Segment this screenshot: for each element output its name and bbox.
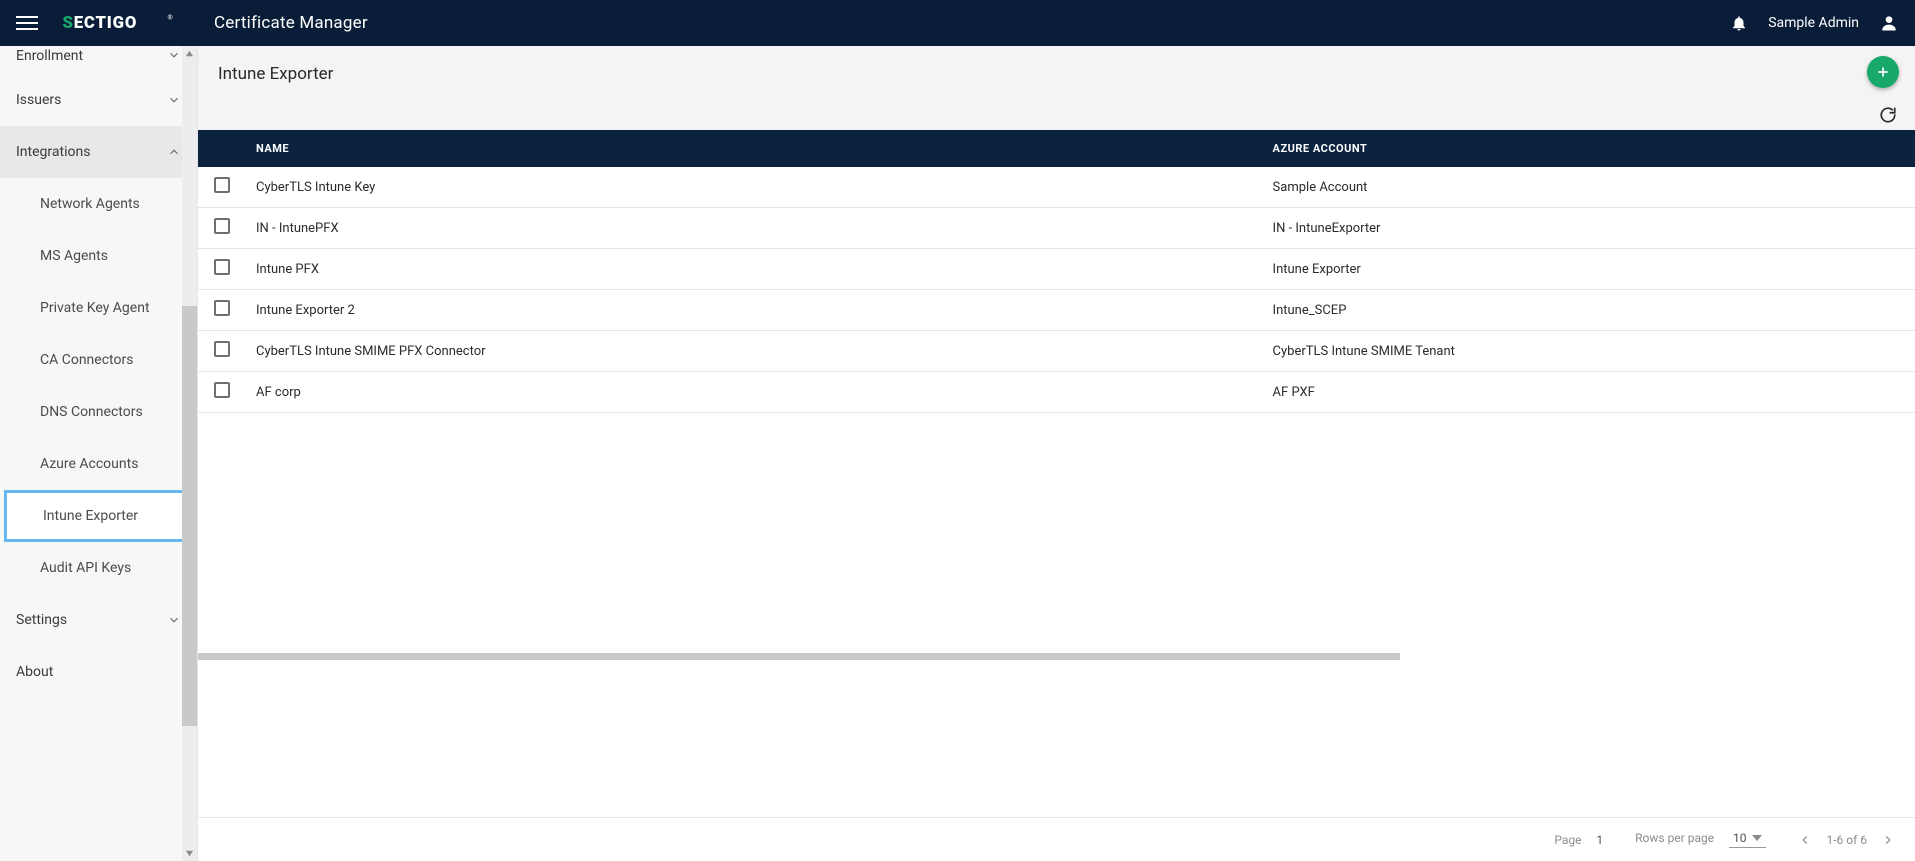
- dropdown-icon: [1752, 833, 1762, 843]
- cell-name: Intune PFX: [246, 249, 1263, 290]
- row-checkbox[interactable]: [214, 382, 230, 398]
- sidebar-integrations-children: Network Agents MS Agents Private Key Age…: [0, 178, 197, 594]
- table-row[interactable]: Intune Exporter 2Intune_SCEP: [198, 290, 1915, 331]
- sidebar-section-enrollment[interactable]: Enrollment: [0, 46, 197, 74]
- user-menu-icon[interactable]: [1879, 13, 1899, 33]
- app-title: Certificate Manager: [214, 13, 368, 33]
- sidebar-item-label: MS Agents: [40, 248, 108, 264]
- sidebar-item-label: Intune Exporter: [43, 508, 138, 524]
- chevron-up-icon: [167, 145, 181, 159]
- table-row[interactable]: CyberTLS Intune SMIME PFX ConnectorCyber…: [198, 331, 1915, 372]
- sidebar-item-private-key-agent[interactable]: Private Key Agent: [0, 282, 197, 334]
- main-area: Intune Exporter Name Azure Account Cyber…: [198, 46, 1915, 861]
- sidebar-item-azure-accounts[interactable]: Azure Accounts: [0, 438, 197, 490]
- sidebar-item-audit-api-keys[interactable]: Audit API Keys: [0, 542, 197, 594]
- top-bar: SECTIGO ® Certificate Manager Sample Adm…: [0, 0, 1915, 46]
- sidebar-item-label: DNS Connectors: [40, 404, 143, 420]
- table-row[interactable]: Intune PFXIntune Exporter: [198, 249, 1915, 290]
- menu-toggle-icon[interactable]: [16, 12, 38, 34]
- sidebar-item-intune-exporter[interactable]: Intune Exporter: [4, 490, 193, 542]
- brand-logo: SECTIGO ®: [60, 13, 190, 33]
- add-button[interactable]: [1867, 56, 1899, 88]
- sidebar-section-integrations[interactable]: Integrations: [0, 126, 197, 178]
- chevron-down-icon: [167, 613, 181, 627]
- sidebar-label: Enrollment: [16, 48, 83, 64]
- sidebar-section-settings[interactable]: Settings: [0, 594, 197, 646]
- row-checkbox[interactable]: [214, 341, 230, 357]
- table-row[interactable]: CyberTLS Intune KeySample Account: [198, 167, 1915, 208]
- row-checkbox[interactable]: [214, 218, 230, 234]
- exporter-table: Name Azure Account CyberTLS Intune KeySa…: [198, 130, 1915, 413]
- cell-azure-account: IN - IntuneExporter: [1263, 208, 1915, 249]
- refresh-icon[interactable]: [1879, 106, 1897, 124]
- row-checkbox[interactable]: [214, 259, 230, 275]
- cell-azure-account: Intune Exporter: [1263, 249, 1915, 290]
- column-header-name[interactable]: Name: [246, 130, 1263, 167]
- cell-name: IN - IntunePFX: [246, 208, 1263, 249]
- notifications-icon[interactable]: [1730, 14, 1748, 32]
- sidebar-item-label: Azure Accounts: [40, 456, 138, 472]
- rows-per-page-value: 10: [1733, 831, 1747, 845]
- cell-azure-account: CyberTLS Intune SMIME Tenant: [1263, 331, 1915, 372]
- rows-per-page-label: Rows per page: [1635, 831, 1714, 845]
- sidebar-item-label: About: [16, 664, 53, 680]
- cell-name: CyberTLS Intune SMIME PFX Connector: [246, 331, 1263, 372]
- svg-text:SECTIGO: SECTIGO: [63, 14, 138, 33]
- sidebar-item-label: CA Connectors: [40, 352, 133, 368]
- table-container: Name Azure Account CyberTLS Intune KeySa…: [198, 130, 1915, 817]
- cell-azure-account: Sample Account: [1263, 167, 1915, 208]
- sidebar-item-about[interactable]: About: [0, 646, 197, 698]
- page-header: Intune Exporter: [198, 46, 1915, 130]
- sidebar-section-issuers[interactable]: Issuers: [0, 74, 197, 126]
- sidebar-scroll-up[interactable]: [182, 46, 197, 61]
- sidebar-item-network-agents[interactable]: Network Agents: [0, 178, 197, 230]
- column-header-select: [198, 130, 246, 167]
- sidebar-item-label: Private Key Agent: [40, 300, 150, 316]
- table-row[interactable]: IN - IntunePFXIN - IntuneExporter: [198, 208, 1915, 249]
- sidebar-label: Integrations: [16, 144, 90, 160]
- next-page-icon[interactable]: [1881, 833, 1895, 847]
- cell-name: AF corp: [246, 372, 1263, 413]
- page-range: 1-6 of 6: [1826, 833, 1867, 847]
- row-checkbox[interactable]: [214, 177, 230, 193]
- current-user: Sample Admin: [1768, 15, 1859, 31]
- sidebar-label: Settings: [16, 612, 67, 628]
- chevron-down-icon: [167, 48, 181, 62]
- page-title: Intune Exporter: [218, 64, 333, 84]
- pagination-bar: Page 1 Rows per page 10 1-6 of 6: [198, 817, 1915, 861]
- chevron-down-icon: [167, 93, 181, 107]
- sidebar: Enrollment Issuers Integrations Network …: [0, 46, 198, 861]
- sidebar-item-ms-agents[interactable]: MS Agents: [0, 230, 197, 282]
- cell-name: CyberTLS Intune Key: [246, 167, 1263, 208]
- sidebar-item-label: Audit API Keys: [40, 560, 131, 576]
- sidebar-item-ca-connectors[interactable]: CA Connectors: [0, 334, 197, 386]
- sidebar-item-label: Network Agents: [40, 196, 140, 212]
- sidebar-label: Issuers: [16, 92, 61, 108]
- sidebar-item-dns-connectors[interactable]: DNS Connectors: [0, 386, 197, 438]
- page-number: 1: [1596, 833, 1603, 847]
- cell-azure-account: AF PXF: [1263, 372, 1915, 413]
- svg-text:®: ®: [168, 14, 173, 22]
- cell-azure-account: Intune_SCEP: [1263, 290, 1915, 331]
- sidebar-scroll-down[interactable]: [182, 846, 197, 861]
- rows-per-page-select[interactable]: 10: [1729, 831, 1767, 848]
- prev-page-icon[interactable]: [1798, 833, 1812, 847]
- page-label: Page: [1554, 833, 1581, 847]
- horizontal-scrollbar[interactable]: [198, 653, 1400, 660]
- row-checkbox[interactable]: [214, 300, 230, 316]
- sidebar-scrollbar-thumb[interactable]: [182, 306, 197, 726]
- column-header-azure-account[interactable]: Azure Account: [1263, 130, 1915, 167]
- cell-name: Intune Exporter 2: [246, 290, 1263, 331]
- table-row[interactable]: AF corpAF PXF: [198, 372, 1915, 413]
